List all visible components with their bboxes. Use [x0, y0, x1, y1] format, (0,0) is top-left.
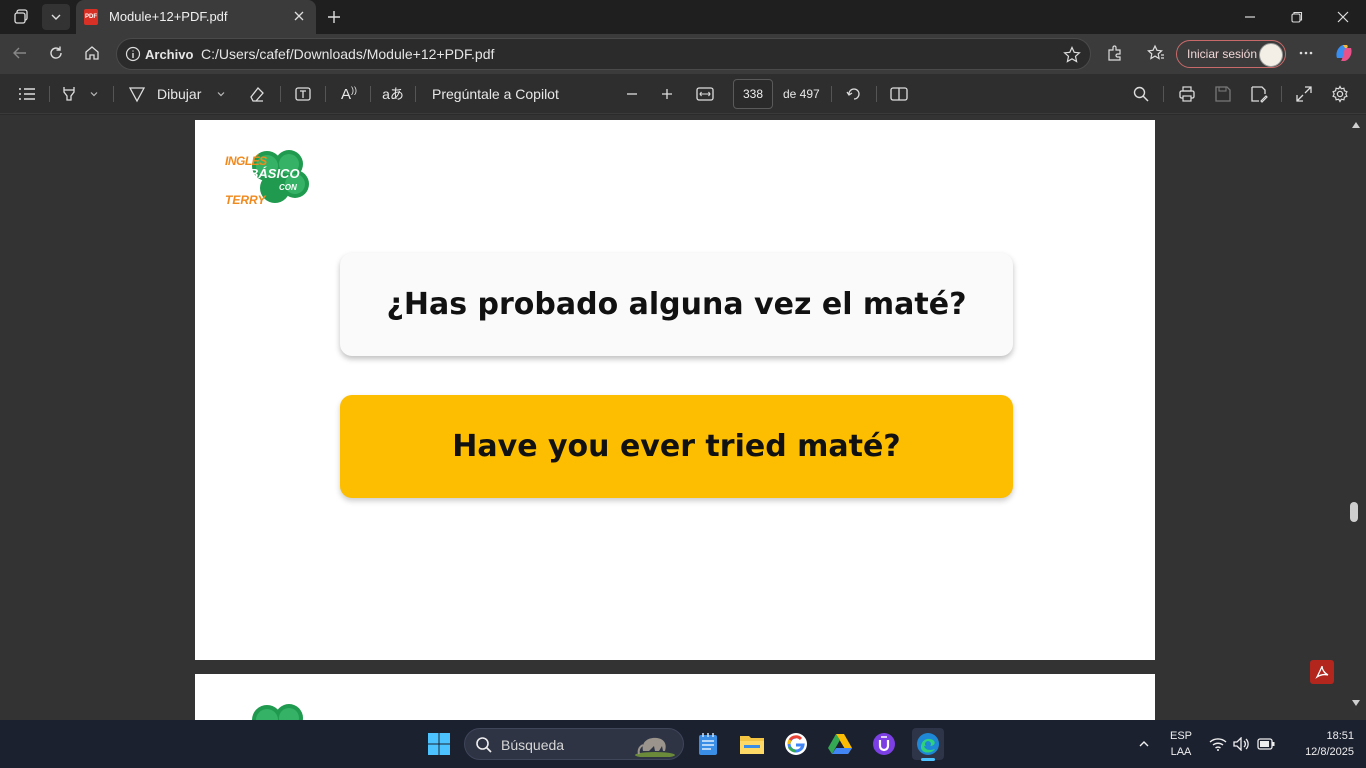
read-aloud-icon[interactable]: A)) — [338, 82, 360, 106]
vertical-scrollbar[interactable] — [1346, 115, 1366, 720]
next-pdf-page — [195, 674, 1155, 720]
ingles-basico-logo-next — [225, 700, 315, 720]
logo-text-line2: BÁSICO — [249, 166, 300, 181]
restore-icon[interactable] — [1283, 4, 1311, 30]
file-explorer-icon[interactable] — [736, 728, 768, 760]
contents-list-icon[interactable] — [16, 82, 38, 106]
battery-icon[interactable] — [1254, 728, 1278, 760]
language-code: ESP — [1169, 730, 1192, 742]
ingles-basico-logo: INGLÉS BÁSICO CON TERRY — [225, 146, 315, 210]
avatar — [1259, 43, 1283, 67]
acrobat-icon[interactable] — [1310, 660, 1334, 684]
pdf-file-icon: PDF — [84, 9, 98, 25]
notepad-icon[interactable] — [692, 728, 724, 760]
search-label: Búsqueda — [501, 737, 565, 753]
tab-actions-chevron-icon[interactable] — [42, 4, 70, 30]
keyboard-language[interactable]: ESP LAA — [1166, 728, 1196, 760]
zoom-in-icon[interactable] — [657, 82, 677, 106]
close-window-icon[interactable] — [1329, 4, 1357, 30]
title-bar: PDF Module+12+PDF.pdf — [0, 0, 1366, 34]
page-total-label: de 497 — [783, 87, 820, 101]
pdf-toolbar: Dibujar A)) aあ Pregúntale a Copilot 338 … — [0, 74, 1366, 114]
url-text[interactable]: C:/Users/cafef/Downloads/Module+12+PDF.p… — [201, 46, 494, 62]
fullscreen-icon[interactable] — [1293, 82, 1315, 106]
signin-button[interactable]: Iniciar sesión — [1176, 40, 1286, 68]
favorite-star-icon[interactable] — [1063, 46, 1081, 69]
logo-text-line4: TERRY — [225, 193, 266, 207]
elephant-image-icon — [633, 731, 677, 762]
favorites-icon[interactable] — [1142, 40, 1170, 66]
pdf-page: INGLÉS BÁSICO CON TERRY ¿Has probado alg… — [195, 120, 1155, 660]
back-icon[interactable] — [6, 40, 34, 66]
clock[interactable]: 18:51 12/8/2025 — [1284, 728, 1354, 760]
wifi-icon[interactable] — [1206, 728, 1230, 760]
settings-gear-icon[interactable] — [1329, 82, 1351, 106]
close-tab-icon[interactable] — [290, 7, 308, 25]
add-text-icon[interactable] — [292, 82, 314, 106]
taskbar: Búsqueda ESP LAA 18:51 12/8/2025 — [0, 720, 1366, 768]
translate-icon[interactable]: aあ — [382, 82, 404, 106]
draw-button[interactable]: Dibujar — [157, 82, 201, 106]
highlight-chevron-icon[interactable] — [86, 82, 102, 106]
tab-pdf[interactable]: PDF Module+12+PDF.pdf — [76, 0, 316, 34]
google-drive-icon[interactable] — [824, 728, 856, 760]
pdf-viewer[interactable]: INGLÉS BÁSICO CON TERRY ¿Has probado alg… — [0, 115, 1366, 720]
app-u-icon[interactable] — [868, 728, 900, 760]
save-icon[interactable] — [1212, 82, 1234, 106]
answer-card: Have you ever tried maté? — [340, 395, 1013, 498]
google-icon[interactable] — [780, 728, 812, 760]
save-as-icon[interactable] — [1248, 82, 1270, 106]
search-icon — [475, 736, 493, 759]
home-icon[interactable] — [78, 40, 106, 66]
page-number-input[interactable]: 338 — [733, 79, 773, 109]
zoom-out-icon[interactable] — [622, 82, 642, 106]
scrollbar-thumb[interactable] — [1350, 502, 1358, 522]
signin-label: Iniciar sesión — [1187, 47, 1258, 61]
address-bar[interactable]: Archivo C:/Users/cafef/Downloads/Module+… — [116, 38, 1091, 70]
edge-browser-icon[interactable] — [912, 728, 944, 761]
windows-start-icon[interactable] — [423, 728, 455, 760]
taskbar-search[interactable]: Búsqueda — [464, 728, 684, 760]
highlight-icon[interactable] — [58, 82, 80, 106]
new-tab-icon[interactable] — [320, 4, 348, 30]
print-icon[interactable] — [1176, 82, 1198, 106]
page-view-icon[interactable] — [888, 82, 910, 106]
question-card: ¿Has probado alguna vez el maté? — [340, 253, 1013, 356]
ask-copilot-button[interactable]: Pregúntale a Copilot — [432, 82, 559, 106]
draw-chevron-icon[interactable] — [213, 82, 229, 106]
clock-time: 18:51 — [1326, 730, 1354, 742]
search-icon[interactable] — [1130, 82, 1152, 106]
extensions-icon[interactable] — [1101, 40, 1129, 66]
logo-text-line3: CON — [279, 183, 297, 192]
info-icon[interactable] — [125, 46, 141, 67]
rotate-icon[interactable] — [843, 82, 865, 106]
site-label: Archivo — [145, 47, 194, 62]
fit-to-width-icon[interactable] — [694, 82, 716, 106]
refresh-icon[interactable] — [42, 40, 70, 66]
volume-icon[interactable] — [1230, 728, 1254, 760]
show-hidden-icons-chevron[interactable] — [1128, 728, 1160, 760]
draw-icon[interactable] — [126, 82, 148, 106]
clock-date: 12/8/2025 — [1305, 746, 1354, 758]
layout-code: LAA — [1170, 746, 1192, 758]
eraser-icon[interactable] — [246, 82, 268, 106]
tab-title: Module+12+PDF.pdf — [109, 9, 228, 24]
copilot-icon[interactable] — [1330, 40, 1358, 66]
minimize-icon[interactable] — [1236, 4, 1264, 30]
more-options-icon[interactable] — [1292, 40, 1320, 66]
navigation-bar: Archivo C:/Users/cafef/Downloads/Module+… — [0, 34, 1366, 74]
workspaces-icon[interactable] — [8, 4, 36, 30]
